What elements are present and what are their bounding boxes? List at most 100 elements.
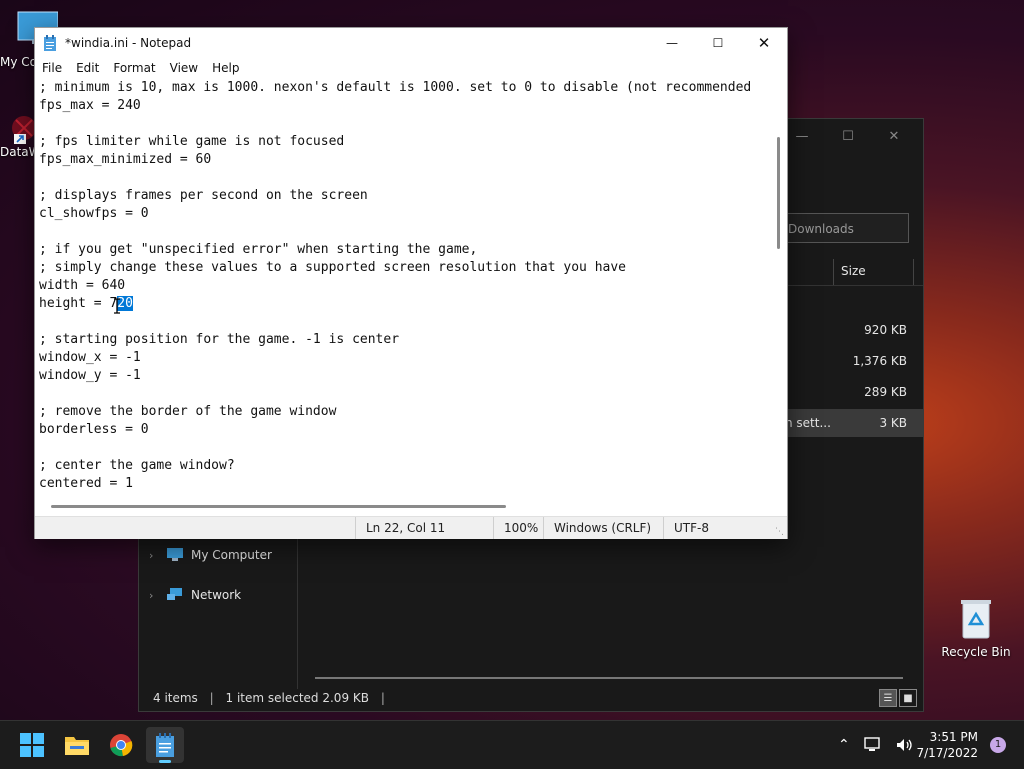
title-bar[interactable]: *windia.ini - Notepad — ☐ ✕ (35, 28, 787, 58)
nav-item-label: Network (191, 588, 242, 602)
search-input[interactable]: Downloads (779, 213, 909, 243)
chevron-up-icon[interactable]: ⌃ (838, 737, 850, 753)
encoding: UTF-8 (663, 517, 764, 539)
minimize-icon[interactable]: — (649, 28, 695, 58)
clock[interactable]: 3:51 PM 7/17/2022 (916, 729, 978, 761)
selection-info: 1 item selected 2.09 KB (225, 691, 369, 705)
window-title: *windia.ini - Notepad (65, 36, 192, 50)
recycle-bin-icon (961, 600, 991, 639)
text-line: ; starting position for the game. -1 is … (39, 332, 400, 347)
text-line: ; simply change these values to a suppor… (39, 260, 626, 275)
file-row-selected[interactable]: n sett... 3 KB (779, 409, 923, 437)
nav-item-network[interactable]: › Network (149, 583, 241, 607)
chrome-taskbar-button[interactable] (102, 727, 140, 763)
file-size: 289 KB (864, 385, 907, 399)
folder-icon (65, 737, 89, 755)
column-separator[interactable] (913, 259, 914, 285)
item-count: 4 items (153, 691, 198, 705)
file-explorer-taskbar-button[interactable] (58, 727, 96, 763)
text-line: ; fps limiter while game is not focused (39, 134, 345, 149)
text-line (39, 169, 769, 187)
menu-view[interactable]: View (163, 58, 205, 78)
text-cursor-icon (114, 298, 120, 314)
nav-item-my-computer[interactable]: › My Computer (149, 543, 272, 567)
zoom-level: 100% (493, 517, 538, 539)
column-separator[interactable] (833, 259, 834, 285)
text-line: ; if you get "unspecified error" when st… (39, 242, 478, 257)
file-size: 3 KB (879, 416, 907, 430)
chevron-right-icon[interactable]: › (149, 549, 159, 562)
text-line-height: height = 720 (39, 295, 769, 313)
file-row[interactable]: 289 KB (779, 378, 923, 406)
nav-item-label: My Computer (191, 548, 272, 562)
text-line (39, 223, 769, 241)
file-row[interactable]: 920 KB (779, 316, 923, 344)
text-line: cl_showfps = 0 (39, 206, 149, 221)
computer-icon (167, 548, 183, 561)
text-line: ; remove the border of the game window (39, 404, 337, 419)
details-view-icon[interactable]: ☰ (879, 689, 897, 707)
maximize-icon[interactable]: ☐ (695, 28, 741, 58)
text-line (39, 115, 769, 133)
column-header: Size (779, 259, 923, 286)
text-editor[interactable]: ; minimum is 10, max is 1000. nexon's de… (39, 79, 769, 497)
text-line (39, 439, 769, 457)
text-line: borderless = 0 (39, 422, 149, 437)
maximize-icon[interactable]: ☐ (825, 123, 871, 149)
menu-file[interactable]: File (35, 58, 69, 78)
start-button[interactable] (13, 727, 51, 763)
system-tray: ⌃ (838, 721, 914, 769)
clock-time: 3:51 PM (929, 730, 978, 744)
notification-badge[interactable]: 1 (990, 737, 1006, 753)
explorer-window-controls: — ☐ ✕ (779, 123, 917, 149)
menu-format[interactable]: Format (106, 58, 162, 78)
desktop-icon-recycle-bin[interactable]: Recycle Bin (940, 596, 1012, 659)
file-size: 1,376 KB (852, 354, 907, 368)
tiles-view-icon[interactable]: ■ (899, 689, 917, 707)
status-bar: Ln 22, Col 11 100% Windows (CRLF) UTF-8 … (35, 516, 787, 539)
network-status-icon[interactable] (864, 737, 882, 753)
horizontal-scrollbar[interactable] (315, 677, 903, 679)
navigation-pane: › My Computer › Network (139, 539, 298, 689)
menu-help[interactable]: Help (205, 58, 246, 78)
desktop-icon-label: Recycle Bin (941, 645, 1011, 659)
column-header-size[interactable]: Size (841, 264, 866, 278)
text-line: fps_max_minimized = 60 (39, 152, 212, 167)
horizontal-scrollbar[interactable] (51, 505, 506, 508)
notepad-window[interactable]: *windia.ini - Notepad — ☐ ✕ File Edit Fo… (34, 27, 788, 539)
cursor-position: Ln 22, Col 11 (355, 517, 492, 539)
text-line (39, 313, 769, 331)
windows-logo-icon (20, 733, 44, 757)
text-line: width = 640 (39, 278, 126, 293)
explorer-status-bar: 4 items | 1 item selected 2.09 KB | (153, 691, 385, 705)
view-toggle: ☰ ■ (879, 689, 917, 707)
text-line: centered = 1 (39, 476, 133, 491)
file-row[interactable]: 1,376 KB (779, 347, 923, 375)
file-size: 920 KB (864, 323, 907, 337)
text-line: window_x = -1 (39, 350, 141, 365)
vertical-scrollbar[interactable] (777, 137, 780, 249)
text-line: ; minimum is 10, max is 1000. nexon's de… (39, 80, 752, 95)
chevron-right-icon[interactable]: › (149, 589, 159, 602)
notepad-icon (44, 35, 56, 51)
notepad-taskbar-button[interactable] (146, 727, 184, 763)
notepad-icon (156, 733, 174, 757)
file-name: n sett... (785, 416, 831, 430)
text-line-prefix: height = 7 (39, 296, 118, 311)
volume-icon[interactable] (896, 737, 914, 753)
taskbar: ⌃ 3:51 PM 7/17/2022 1 (0, 720, 1024, 769)
text-line: ; center the game window? (39, 458, 235, 473)
network-icon (167, 588, 182, 600)
close-icon[interactable]: ✕ (741, 28, 787, 58)
menu-edit[interactable]: Edit (69, 58, 106, 78)
text-line: ; displays frames per second on the scre… (39, 188, 368, 203)
text-line: window_y = -1 (39, 368, 141, 383)
text-line (39, 385, 769, 403)
clock-date: 7/17/2022 (916, 746, 978, 760)
menu-bar: File Edit Format View Help (35, 58, 787, 78)
text-line: fps_max = 240 (39, 98, 141, 113)
line-ending: Windows (CRLF) (543, 517, 662, 539)
resize-grip-icon[interactable]: ⋱ (775, 527, 785, 537)
close-icon[interactable]: ✕ (871, 123, 917, 149)
chrome-icon (110, 734, 133, 757)
